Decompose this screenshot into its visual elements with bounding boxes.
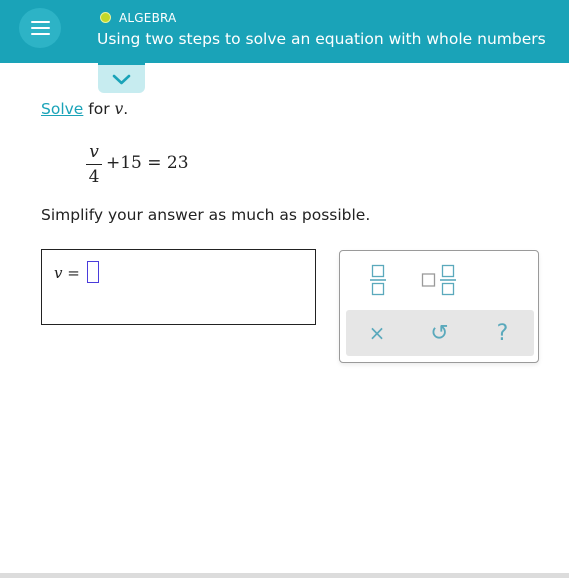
- mixed-number-button[interactable]: [418, 261, 460, 299]
- clear-button[interactable]: ×: [346, 310, 408, 356]
- solve-link[interactable]: Solve: [41, 100, 83, 118]
- topic-label: ALGEBRA: [119, 11, 177, 25]
- topic-status-icon: [100, 12, 111, 23]
- fraction-numerator: v: [89, 142, 99, 162]
- undo-icon: ↺: [430, 320, 449, 346]
- math-keypad: × ↺ ?: [339, 250, 539, 363]
- equation-rest: +15 = 23: [106, 153, 189, 173]
- x-icon: ×: [368, 321, 386, 345]
- hamburger-menu-icon: [31, 21, 50, 23]
- question-prompt: Solve for v.: [41, 100, 128, 118]
- chevron-down-icon: [112, 74, 131, 85]
- answer-area: v =: [41, 249, 316, 325]
- prompt-text: for: [88, 100, 110, 118]
- help-button[interactable]: ?: [471, 310, 534, 356]
- question-icon: ?: [496, 320, 509, 346]
- fraction-button[interactable]: [362, 261, 394, 299]
- fraction-denominator: 4: [88, 167, 100, 187]
- instruction-text: Simplify your answer as much as possible…: [41, 206, 371, 224]
- fraction-bar: [86, 164, 102, 165]
- hamburger-line: [31, 27, 50, 29]
- menu-button[interactable]: [19, 8, 61, 48]
- hamburger-line: [31, 33, 50, 35]
- keypad-action-row: × ↺ ?: [346, 310, 534, 356]
- prompt-variable: v: [114, 100, 124, 118]
- collapse-header-button[interactable]: [98, 63, 145, 93]
- answer-label: v =: [54, 264, 80, 282]
- undo-button[interactable]: ↺: [408, 310, 471, 356]
- fraction-template-icon: [370, 264, 386, 296]
- prompt-period: .: [123, 100, 129, 118]
- mixed-number-template-icon: [421, 264, 456, 296]
- bottom-bar: [0, 573, 569, 578]
- top-bar: ALGEBRA Using two steps to solve an equa…: [0, 0, 569, 63]
- page-title: Using two steps to solve an equation wit…: [97, 30, 546, 48]
- answer-input[interactable]: [87, 261, 99, 283]
